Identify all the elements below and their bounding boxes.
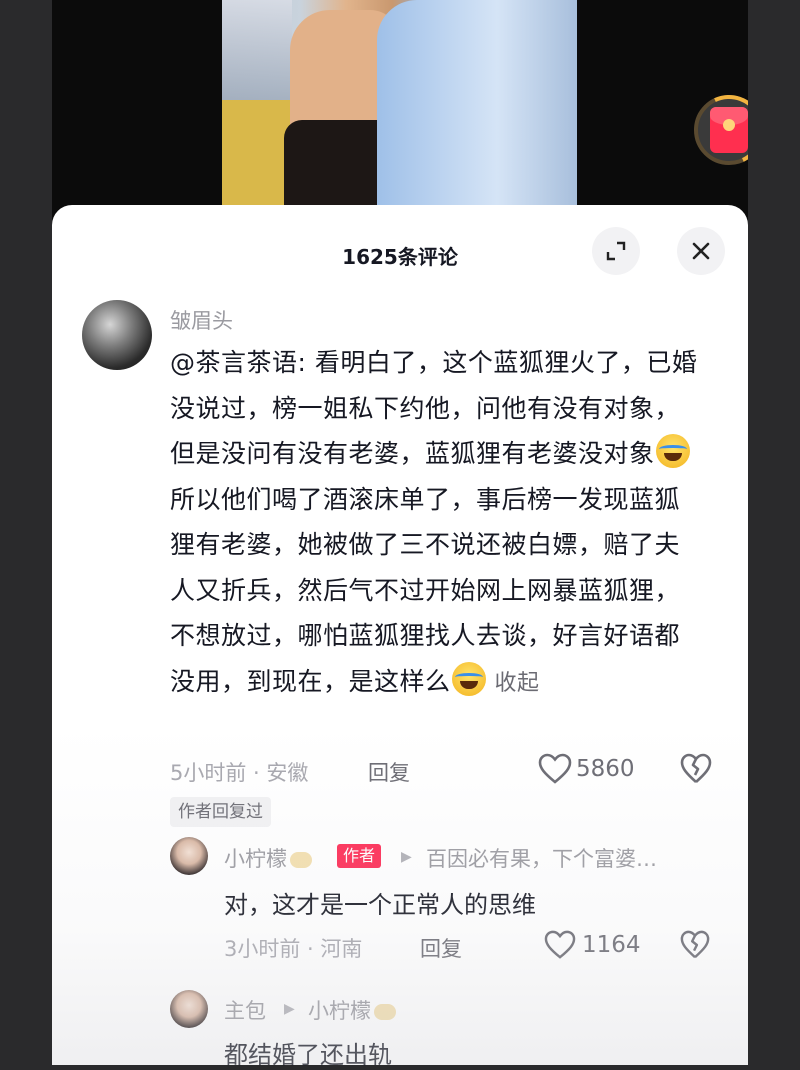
reply-body: 对，这才是一个正常人的思维 <box>224 891 536 919</box>
reply-target[interactable]: 小柠檬 <box>308 995 396 1025</box>
video-background-crowd <box>222 0 292 110</box>
author-badge: 作者 <box>337 844 382 868</box>
reply-reply-button[interactable]: 回复 <box>420 933 462 963</box>
comment-count-title: 1625条评论 <box>342 245 458 269</box>
heart-icon[interactable] <box>538 753 572 785</box>
reply-time-location: 3小时前 · 河南 <box>224 937 363 961</box>
hand-emoji-icon <box>374 1004 396 1020</box>
reply-target-text[interactable]: 小柠檬 <box>308 999 371 1023</box>
reply-arrow-icon: ▶ <box>284 1001 295 1017</box>
video-frame <box>222 0 577 230</box>
reply-arrow-icon: ▶ <box>401 849 412 865</box>
close-icon <box>692 242 710 260</box>
collapse-link[interactable]: 收起 <box>495 671 540 696</box>
reply-avatar[interactable] <box>170 837 208 875</box>
comment-text-part1: @茶言茶语: 看明白了，这个蓝狐狸火了，已婚没说过，榜一姐私下约他，问他有没有对… <box>170 348 698 468</box>
comment-time-location: 5小时前 · 安徽 <box>170 761 309 785</box>
close-button[interactable] <box>677 227 725 275</box>
red-envelope-icon[interactable] <box>682 85 748 175</box>
reply-target[interactable]: 百因必有果，下个富婆… <box>426 843 657 873</box>
comment-text-part2: 所以他们喝了酒滚床单了，事后榜一发现蓝狐狸有老婆，她被做了三不说还被白嫖，赔了夫… <box>170 484 681 696</box>
comment-sheet: 1625条评论 皱眉头 @茶言茶语: 看明白了，这个蓝狐狸火了，已婚没说过，榜一… <box>52 205 748 1069</box>
video-player[interactable] <box>52 0 748 230</box>
reply-username-text[interactable]: 小柠檬 <box>224 847 287 871</box>
author-replied-tag: 作者回复过 <box>170 797 271 827</box>
like-count: 5860 <box>576 756 635 782</box>
reply-body: 都结婚了还出轨 <box>224 1041 392 1069</box>
laughing-crying-emoji-icon <box>655 434 690 468</box>
video-sleeve <box>377 0 577 230</box>
commenter-username[interactable]: 皱眉头 <box>170 305 233 335</box>
reply-username[interactable]: 小柠檬 <box>224 843 312 873</box>
reply-avatar[interactable] <box>170 990 208 1028</box>
broken-heart-icon[interactable] <box>680 753 712 785</box>
broken-heart-icon[interactable] <box>680 930 710 960</box>
hand-emoji-icon <box>290 852 312 868</box>
comment-body: @茶言茶语: 看明白了，这个蓝狐狸火了，已婚没说过，榜一姐私下约他，问他有没有对… <box>170 340 700 706</box>
reply-button[interactable]: 回复 <box>368 757 410 787</box>
commenter-avatar[interactable] <box>82 300 152 370</box>
expand-button[interactable] <box>592 227 640 275</box>
reply-like-count: 1164 <box>582 932 641 958</box>
heart-icon[interactable] <box>544 930 576 960</box>
reply-username[interactable]: 主包 <box>224 995 266 1025</box>
laughing-crying-emoji-icon <box>451 661 486 696</box>
expand-icon <box>606 241 626 261</box>
